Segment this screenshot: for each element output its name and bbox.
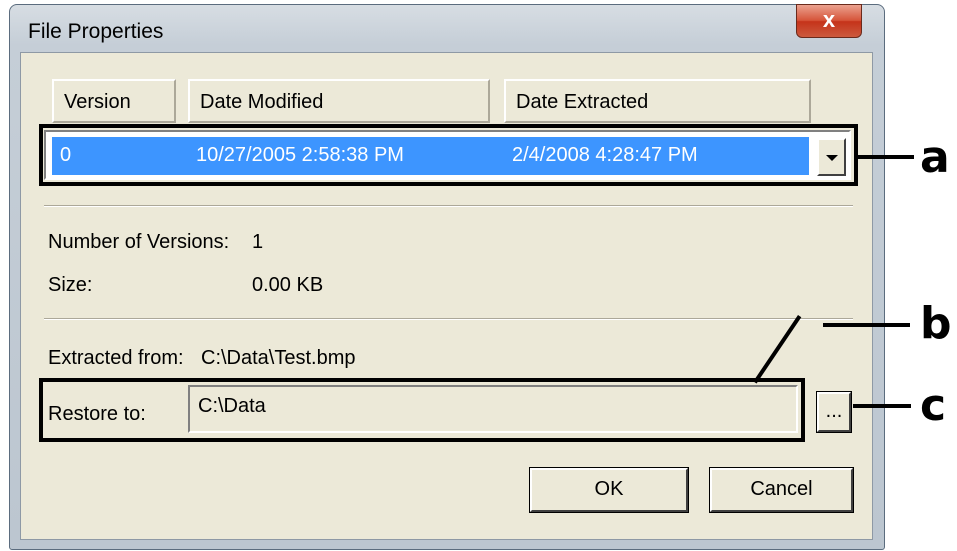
- annotation-line-c: [853, 404, 911, 408]
- separator: [44, 318, 853, 320]
- close-icon: x: [822, 7, 836, 32]
- annotation-line-a: [858, 155, 914, 159]
- annotation-line-b: [823, 323, 910, 327]
- window-title: File Properties: [28, 20, 164, 43]
- size-label: Size:: [48, 274, 93, 296]
- cancel-button[interactable]: Cancel: [709, 467, 854, 513]
- extracted-from-label: Extracted from:: [48, 347, 184, 369]
- browse-button[interactable]: ...: [816, 391, 852, 433]
- column-header-date-modified[interactable]: Date Modified: [188, 79, 490, 123]
- annotation-box-b: [39, 378, 805, 442]
- annotation-letter-c: c: [920, 380, 947, 431]
- column-header-version[interactable]: Version: [52, 79, 176, 123]
- annotation-letter-b: b: [920, 298, 952, 349]
- annotation-box-a: [39, 124, 858, 186]
- num-versions-label: Number of Versions:: [48, 231, 230, 253]
- close-button[interactable]: x: [796, 4, 862, 38]
- column-header-date-extracted[interactable]: Date Extracted: [504, 79, 811, 123]
- separator: [44, 205, 853, 207]
- num-versions-value: 1: [252, 231, 264, 253]
- size-value: 0.00 KB: [252, 274, 324, 296]
- annotation-letter-a: a: [920, 132, 950, 183]
- ok-button[interactable]: OK: [529, 467, 689, 513]
- extracted-from-value: C:\Data\Test.bmp: [201, 347, 356, 369]
